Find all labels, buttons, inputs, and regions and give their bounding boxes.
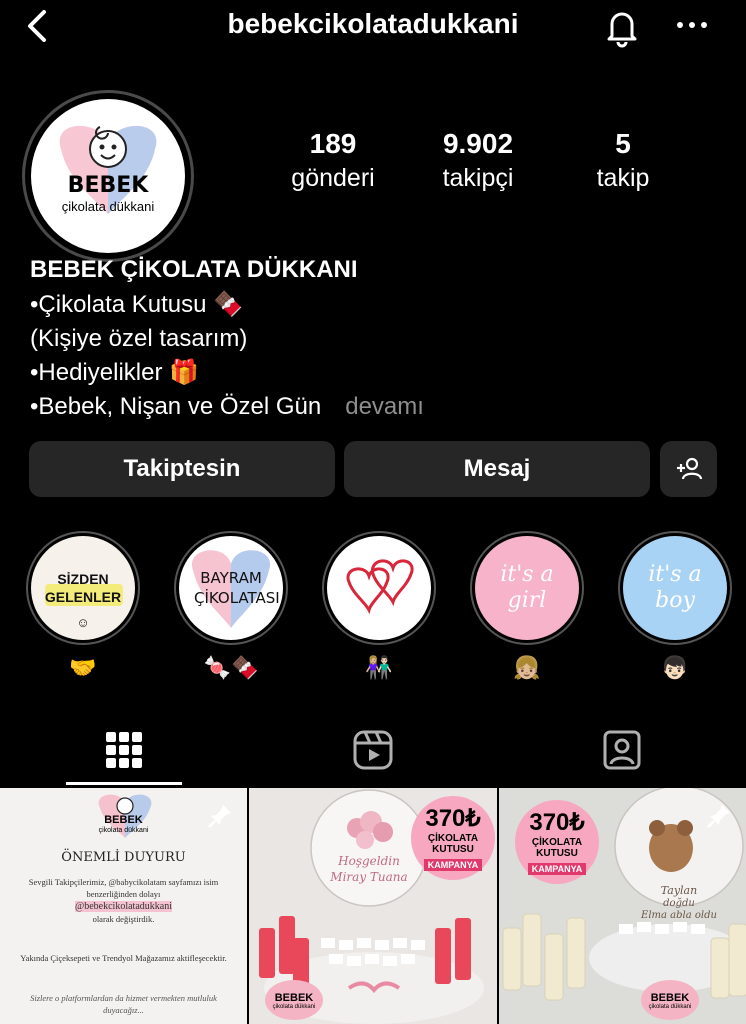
highlight-cover-text: it's a girl: [500, 562, 554, 613]
highlight-cover-text: SİZDEN GELENLER: [44, 571, 122, 605]
add-user-icon: [676, 457, 702, 480]
post-thumbnail[interactable]: Hoşgeldin Miray Tuana 370₺ ÇİKOLATA KUTU…: [249, 788, 497, 1024]
lid-text: Hoşgeldin: [338, 854, 400, 868]
badge-line: ÇİKOLATA: [427, 833, 479, 844]
badge-line: KUTUSU: [432, 844, 474, 855]
highlight-label: 👧🏼: [513, 655, 541, 680]
post-logo-subtitle: çikolata dükkani: [98, 827, 149, 834]
post-thumbnail[interactable]: Taylan doğdu Elma abla oldu 370₺ ÇİKOLAT…: [499, 788, 746, 1024]
smile-icon: ☺: [76, 615, 90, 630]
bio-line-last: •Bebek, Nişan ve Özel Gün devamı: [30, 390, 424, 424]
bio-line: •Hediyelikler 🎁: [30, 359, 199, 386]
badge-line: KUTUSU: [536, 848, 578, 859]
highlight-ring: BAYRAM ÇİKOLATASI: [174, 531, 288, 645]
post-logo-subtitle: çikolata dükkani: [648, 1004, 692, 1010]
posts-count: 189: [309, 128, 357, 159]
post-logo-title: BEBEK: [104, 814, 143, 826]
highlight-cover: it's a boy: [623, 536, 727, 640]
highlight-cover-text: it's a boy: [648, 562, 702, 613]
hearts-icon: [346, 559, 414, 615]
stat-followers[interactable]: 9.902 takipçi: [413, 128, 543, 193]
stat-following[interactable]: 5 takip: [558, 128, 688, 193]
pin-icon: [705, 802, 733, 835]
grid-icon: [106, 732, 142, 768]
tab-tagged[interactable]: [498, 712, 746, 788]
display-name: BEBEK ÇİKOLATA DÜKKANI: [30, 256, 358, 283]
highlight-cover-text: BAYRAM ÇİKOLATASI: [194, 569, 280, 607]
highlight-label: 👩🏼‍🤝‍👨🏻: [365, 655, 393, 680]
post-paragraph: olarak değiştirdik.: [92, 914, 155, 924]
followers-count: 9.902: [442, 128, 514, 159]
highlight-cover: [327, 536, 431, 640]
tab-posts-grid[interactable]: [0, 712, 248, 788]
following-count: 5: [615, 128, 631, 159]
lid-text: Elma abla oldu: [641, 910, 717, 921]
active-tab-indicator: [66, 782, 182, 785]
highlight-item[interactable]: SİZDEN GELENLER ☺ 🤝: [26, 531, 140, 681]
badge-line: ÇİKOLATA: [531, 837, 583, 848]
highlight-ring: SİZDEN GELENLER ☺: [26, 531, 140, 645]
highlight-cover: it's a girl: [475, 536, 579, 640]
highlight-label: 🤝: [69, 655, 97, 680]
lid-text: doğdu: [663, 898, 695, 909]
lid-text: Miray Tuana: [330, 870, 408, 884]
profile-logo: BEBEK çikolata dükkani: [31, 99, 185, 253]
campaign-tag: KAMPANYA: [527, 863, 587, 875]
bio-line: •Çikolata Kutusu 🍫: [30, 291, 244, 318]
tagged-person-icon: [603, 730, 641, 770]
highlight-item[interactable]: BAYRAM ÇİKOLATASI 🍬🍫: [174, 531, 288, 681]
followers-label: takipçi: [442, 164, 514, 192]
price: 370₺: [529, 809, 585, 836]
following-label: takip: [596, 164, 650, 192]
price-badge: 370₺ ÇİKOLATA KUTUSU KAMPANYA: [411, 796, 495, 880]
post-paragraph: Sizlere o platformlardan da hizmet verme…: [30, 993, 217, 1015]
price: 370₺: [425, 805, 481, 832]
post-paragraph: Sevgili Takipçilerimiz, @babycikolatam s…: [28, 877, 219, 899]
notification-bell-icon[interactable]: [600, 4, 644, 48]
logo-subtitle: çikolata dükkani: [61, 199, 155, 214]
highlight-ring: it's a boy: [618, 531, 732, 645]
profile-stats: 189 gönderi 9.902 takipçi 5 takip: [268, 128, 688, 193]
post-logo-title: BEBEK: [650, 992, 690, 1004]
bio-line: (Kişiye özel tasarım): [30, 325, 248, 352]
reels-icon: [353, 730, 393, 770]
profile-tabs: [0, 712, 746, 788]
post-heading: ÖNEMLİ DUYURU: [61, 850, 186, 865]
tab-reels[interactable]: [249, 712, 497, 788]
highlight-label: 🍬🍫: [203, 655, 259, 680]
message-button[interactable]: Mesaj: [344, 441, 650, 497]
post-text: Sevgili Takipçilerimiz, @babycikolatam s…: [18, 876, 229, 925]
bio-more-link[interactable]: devamı: [345, 393, 424, 420]
post-handle: @bebekcikolatadukkani: [75, 901, 172, 912]
logo-title: BEBEK: [67, 173, 149, 198]
top-bar: bebekcikolatadukkani: [0, 0, 746, 52]
price-badge: 370₺ ÇİKOLATA KUTUSU KAMPANYA: [515, 800, 599, 884]
post-paragraph: Yakında Çiçeksepeti ve Trendyol Mağazamı…: [20, 953, 227, 963]
highlight-cover: SİZDEN GELENLER ☺: [31, 536, 135, 640]
highlight-item[interactable]: it's a girl 👧🏼: [470, 531, 584, 681]
post-logo-subtitle: çikolata dükkani: [272, 1004, 316, 1010]
profile-avatar[interactable]: BEBEK çikolata dükkani: [22, 90, 194, 262]
highlight-ring: [322, 531, 436, 645]
following-button[interactable]: Takiptesin: [29, 441, 335, 497]
highlight-label: 👦🏻: [661, 655, 689, 680]
post-logo: BEBEK çikolata dükkani: [641, 980, 699, 1020]
post-thumbnail[interactable]: BEBEK çikolata dükkani ÖNEMLİ DUYURU Sev…: [0, 788, 247, 1024]
bio: •Çikolata Kutusu 🍫 (Kişiye özel tasarım)…: [30, 288, 424, 424]
highlight-item[interactable]: 👩🏼‍🤝‍👨🏻: [322, 531, 436, 681]
highlight-cover: BAYRAM ÇİKOLATASI: [179, 536, 283, 640]
posts-label: gönderi: [291, 164, 375, 192]
bio-line: •Bebek, Nişan ve Özel Gün: [30, 393, 322, 420]
highlight-ring: it's a girl: [470, 531, 584, 645]
more-options-icon[interactable]: [670, 10, 714, 40]
stat-posts[interactable]: 189 gönderi: [268, 128, 398, 193]
post-logo: BEBEK çikolata dükkani: [265, 980, 323, 1020]
highlight-item[interactable]: it's a boy 👦🏻: [618, 531, 732, 681]
lid-text: Taylan: [660, 884, 698, 897]
suggested-users-button[interactable]: [660, 441, 717, 497]
campaign-tag: KAMPANYA: [423, 859, 483, 871]
post-logo-title: BEBEK: [274, 992, 314, 1004]
